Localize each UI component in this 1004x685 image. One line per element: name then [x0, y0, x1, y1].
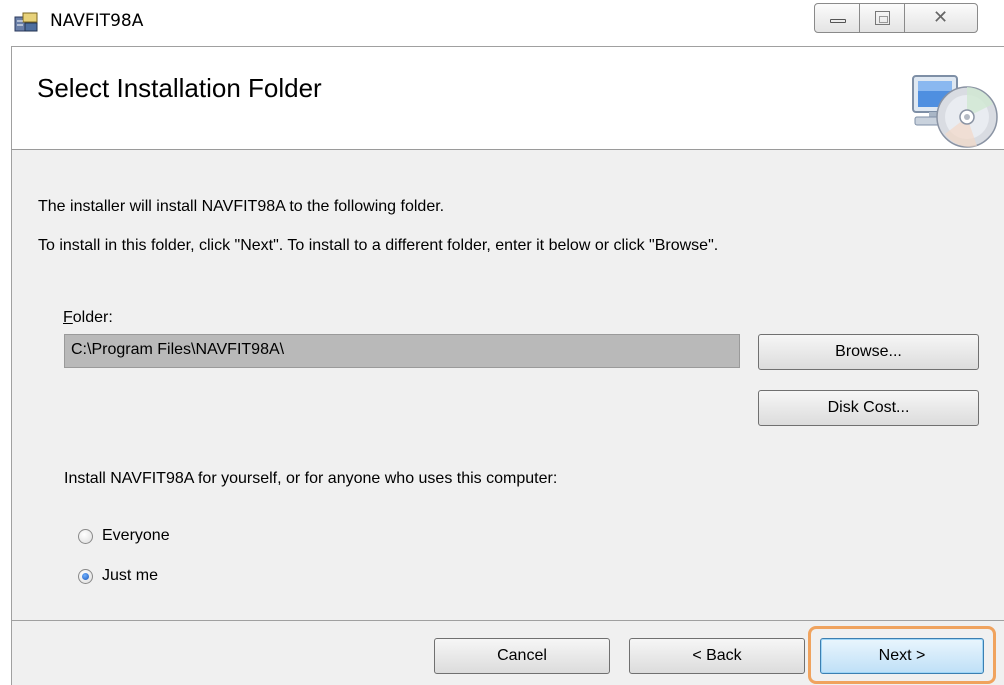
folder-label: Folder:	[63, 309, 113, 327]
browse-button[interactable]: Browse...	[758, 334, 979, 370]
close-icon: ✕	[933, 7, 949, 28]
folder-label-mnemonic: F	[63, 309, 73, 326]
header-banner: Select Installation Folder	[11, 46, 1004, 150]
minimize-icon	[830, 19, 846, 23]
computer-cd-icon	[912, 75, 998, 148]
title-bar: NAVFIT98A ✕	[0, 0, 1004, 40]
maximize-icon	[875, 11, 890, 25]
folder-path-input[interactable]: C:\Program Files\NAVFIT98A\	[64, 334, 740, 368]
install-description: The installer will install NAVFIT98A to …	[38, 198, 445, 215]
radio-button-just-me[interactable]	[78, 569, 93, 584]
minimize-button[interactable]	[814, 3, 860, 33]
dialog-footer: Cancel < Back Next >	[11, 620, 1004, 685]
page-title: Select Installation Folder	[37, 73, 322, 103]
radio-label-everyone: Everyone	[102, 527, 170, 544]
installer-icon	[14, 12, 38, 32]
window-title: NAVFIT98A	[50, 11, 144, 31]
maximize-button[interactable]	[859, 3, 905, 33]
install-scope-prompt: Install NAVFIT98A for yourself, or for a…	[64, 470, 558, 487]
dialog-body: The installer will install NAVFIT98A to …	[11, 150, 1004, 620]
back-button[interactable]: < Back	[629, 638, 805, 674]
install-instructions: To install in this folder, click "Next".…	[38, 237, 719, 254]
cancel-button[interactable]: Cancel	[434, 638, 610, 674]
next-button[interactable]: Next >	[820, 638, 984, 674]
radio-label-just-me: Just me	[102, 567, 159, 584]
disk-cost-button[interactable]: Disk Cost...	[758, 390, 979, 426]
folder-label-text: older:	[72, 309, 113, 326]
installer-window: NAVFIT98A ✕ Select Installation Folder T	[0, 0, 1004, 685]
radio-button-everyone[interactable]	[78, 529, 93, 544]
close-button[interactable]: ✕	[904, 3, 978, 33]
